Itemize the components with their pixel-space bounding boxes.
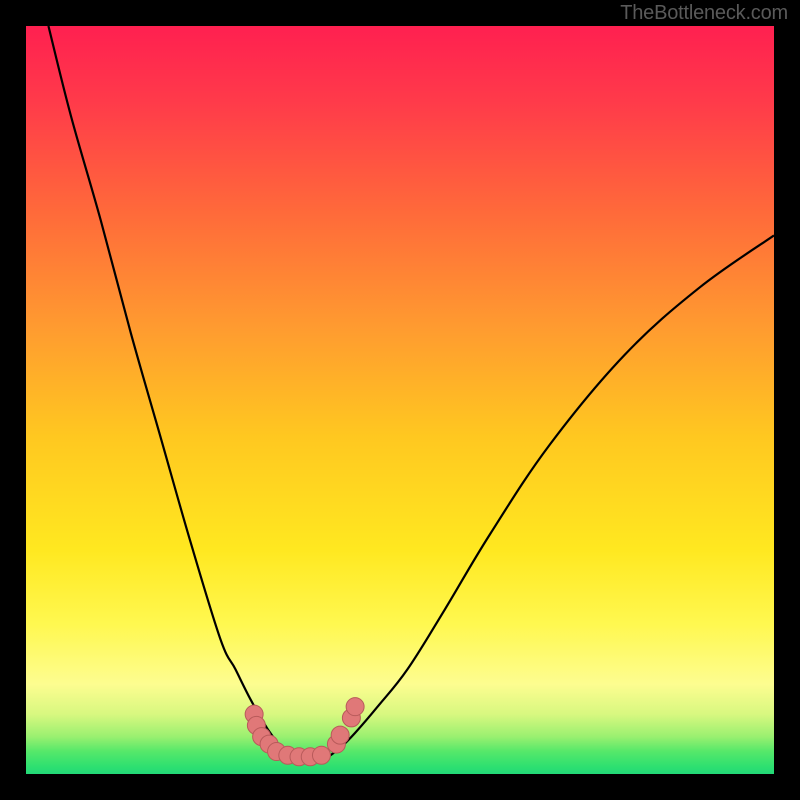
bottleneck-curve-left (48, 26, 295, 759)
bottleneck-marker-cluster (245, 698, 364, 766)
bottleneck-marker (346, 698, 364, 716)
bottleneck-marker (312, 746, 330, 764)
bottleneck-marker (331, 726, 349, 744)
curve-canvas (26, 26, 774, 774)
watermark-text: TheBottleneck.com (620, 2, 788, 25)
outer-frame: TheBottleneck.com (0, 0, 800, 800)
plot-area (26, 26, 774, 774)
bottleneck-curve-right (325, 235, 774, 759)
